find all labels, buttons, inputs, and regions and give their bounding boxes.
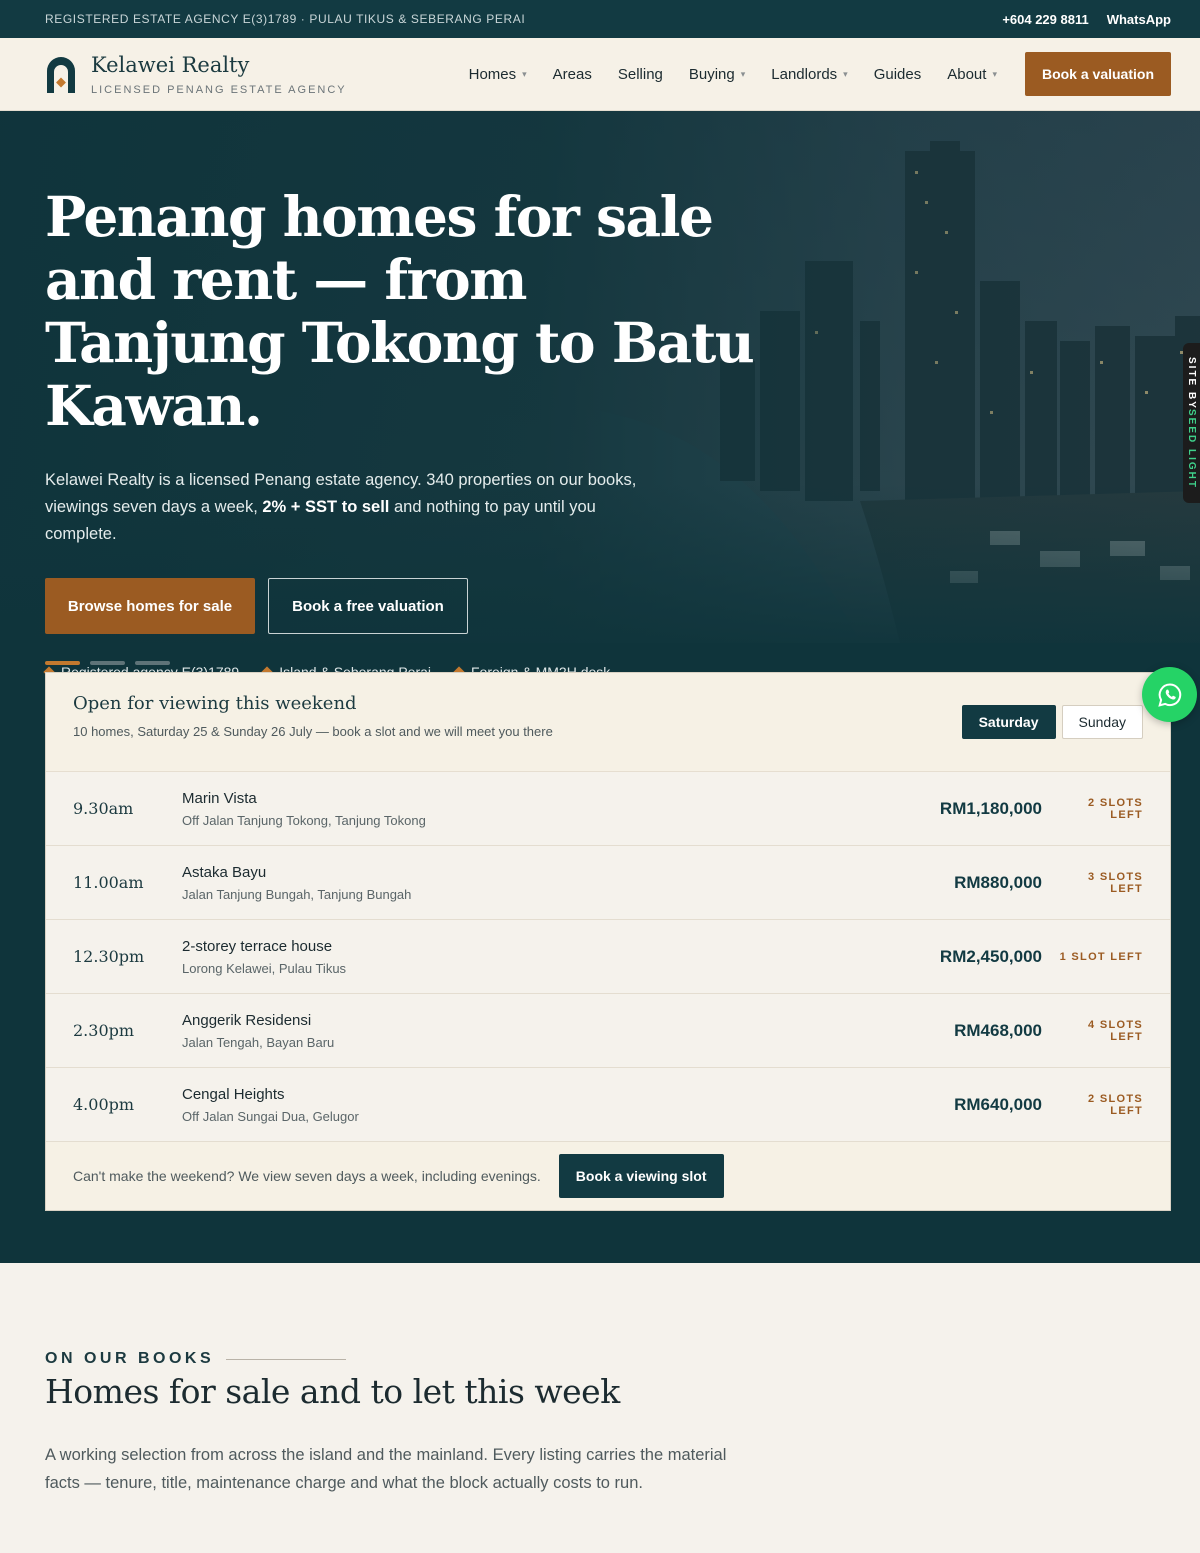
property-price: RM640,000	[954, 1094, 1042, 1114]
site-credit-tab[interactable]: SITE BY SEED LIGHT	[1183, 343, 1200, 503]
viewing-list: 9.30am Marin Vista Off Jalan Tanjung Toko…	[46, 772, 1170, 1142]
section-eyebrow: ON OUR BOOKS	[45, 1350, 1155, 1368]
day-sunday-button[interactable]: Sunday	[1061, 705, 1143, 739]
main-nav: Homes ▾ Areas Selling Buying ▾ Landlords ▾ …	[469, 66, 997, 83]
nav-item-areas[interactable]: Areas	[553, 66, 592, 83]
day-toggle: Saturday Sunday	[961, 705, 1143, 739]
brand-tagline: LICENSED PENANG ESTATE AGENCY	[91, 83, 347, 96]
chevron-down-icon: ▾	[522, 68, 527, 79]
slots-left: 3 SLOTS LEFT	[1088, 870, 1143, 895]
free-valuation-button[interactable]: Book a free valuation	[268, 578, 468, 634]
section-title: Homes for sale and to let this week	[45, 1372, 620, 1411]
viewing-row[interactable]: 11.00am Astaka Bayu Jalan Tanjung Bungah,…	[46, 846, 1170, 920]
brand-name: Kelawei Realty	[91, 52, 250, 77]
credit-label: SITE BY	[1186, 356, 1197, 410]
viewing-time: 11.00am	[73, 873, 144, 892]
chevron-down-icon: ▾	[992, 68, 997, 79]
top-bar-contacts: +604 229 8811 WhatsApp	[1002, 12, 1171, 27]
card-title: Open for viewing this weekend	[73, 693, 357, 714]
nav-label: Guides	[873, 65, 922, 83]
property-name: Cengal Heights	[182, 1085, 285, 1103]
property-price: RM880,000	[954, 872, 1042, 892]
carousel-dot[interactable]	[135, 661, 170, 665]
viewing-time: 2.30pm	[73, 1021, 135, 1040]
eyebrow-divider	[226, 1358, 347, 1360]
card-subtitle: 10 homes, Saturday 25 & Sunday 26 July —…	[73, 724, 553, 739]
property-price: RM2,450,000	[939, 946, 1042, 966]
eyebrow-label: ON OUR BOOKS	[45, 1350, 215, 1367]
day-saturday-button[interactable]: Saturday	[961, 705, 1056, 739]
property-name: Marin Vista	[182, 789, 257, 807]
property-price: RM468,000	[954, 1020, 1042, 1040]
card-footer: Can't make the weekend? We view seven da…	[46, 1142, 1170, 1210]
nav-label: Homes	[468, 65, 517, 83]
viewing-row[interactable]: 9.30am Marin Vista Off Jalan Tanjung Toko…	[46, 772, 1170, 846]
slots-left: 2 SLOTS LEFT	[1088, 796, 1143, 821]
chevron-down-icon: ▾	[843, 68, 848, 79]
property-price: RM1,180,000	[939, 798, 1042, 818]
whatsapp-link[interactable]: WhatsApp	[1107, 12, 1171, 27]
hero-headline: Penang homes for sale and rent — from Ta…	[45, 184, 755, 438]
nav-label: Buying	[688, 65, 735, 83]
top-bar: REGISTERED ESTATE AGENCY E(3)1789 · PULA…	[0, 0, 1200, 38]
carousel-dot[interactable]	[90, 661, 125, 665]
whatsapp-icon[interactable]	[1142, 667, 1197, 722]
nav-item-homes[interactable]: Homes ▾	[469, 66, 527, 83]
section-body: A working selection from across the isla…	[45, 1446, 727, 1492]
viewing-time: 4.00pm	[73, 1095, 135, 1114]
arch-logo-icon	[45, 55, 77, 93]
agency-notice: REGISTERED ESTATE AGENCY E(3)1789 · PULA…	[45, 12, 526, 26]
footer-note: Can't make the weekend? We view seven da…	[73, 1168, 541, 1184]
nav-label: About	[947, 65, 987, 83]
viewing-time: 12.30pm	[73, 947, 145, 966]
lead-highlight: 2% + SST to sell	[262, 498, 390, 516]
viewing-time: 9.30am	[73, 799, 134, 818]
hero-actions: Browse homes for sale Book a free valuat…	[45, 578, 765, 634]
viewing-row[interactable]: 12.30pm 2-storey terrace house Lorong Kel…	[46, 920, 1170, 994]
nav-item-landlords[interactable]: Landlords ▾	[771, 66, 847, 83]
carousel-dot[interactable]	[45, 661, 80, 665]
slots-left: 4 SLOTS LEFT	[1088, 1018, 1143, 1043]
slots-left: 1 SLOT LEFT	[1059, 950, 1143, 963]
nav-item-selling[interactable]: Selling	[618, 66, 663, 83]
carousel-indicators	[45, 661, 170, 665]
property-address: Jalan Tengah, Bayan Baru	[182, 1034, 335, 1050]
property-name: 2-storey terrace house	[182, 937, 333, 955]
nav-label: Landlords	[771, 65, 838, 83]
slots-left: 2 SLOTS LEFT	[1088, 1092, 1143, 1117]
brand-logo[interactable]: Kelawei Realty LICENSED PENANG ESTATE AG…	[45, 53, 445, 96]
credit-brand: SEED LIGHT	[1186, 409, 1197, 490]
listings-intro: ON OUR BOOKS Homes for sale and to let t…	[0, 1350, 1200, 1497]
viewing-row[interactable]: 4.00pm Cengal Heights Off Jalan Sungai Du…	[46, 1068, 1170, 1142]
property-address: Off Jalan Sungai Dua, Gelugor	[182, 1108, 359, 1124]
book-viewing-button[interactable]: Book a viewing slot	[558, 1154, 724, 1198]
property-name: Astaka Bayu	[182, 863, 267, 881]
site-header: Kelawei Realty LICENSED PENANG ESTATE AG…	[0, 38, 1200, 111]
weekend-viewings-card: Open for viewing this weekend 10 homes, …	[45, 672, 1171, 1211]
hero-lead: Kelawei Realty is a licensed Penang esta…	[45, 467, 645, 548]
nav-label: Selling	[617, 65, 663, 83]
card-header: Open for viewing this weekend 10 homes, …	[46, 673, 1170, 772]
nav-item-buying[interactable]: Buying ▾	[689, 66, 745, 83]
property-address: Lorong Kelawei, Pulau Tikus	[182, 960, 347, 976]
nav-item-about[interactable]: About ▾	[947, 66, 997, 83]
hero-content: Penang homes for sale and rent — from Ta…	[43, 184, 765, 680]
property-address: Jalan Tanjung Bungah, Tanjung Bungah	[182, 886, 412, 902]
book-valuation-button[interactable]: Book a valuation	[1024, 52, 1171, 96]
chevron-down-icon: ▾	[740, 68, 746, 79]
browse-homes-button[interactable]: Browse homes for sale	[45, 578, 255, 634]
property-address: Off Jalan Tanjung Tokong, Tanjung Tokong	[182, 812, 426, 828]
hero: Penang homes for sale and rent — from Ta…	[0, 111, 1200, 1263]
phone-link[interactable]: +604 229 8811	[1002, 12, 1088, 27]
nav-label: Areas	[552, 65, 592, 83]
viewing-row[interactable]: 2.30pm Anggerik Residensi Jalan Tengah, B…	[46, 994, 1170, 1068]
property-name: Anggerik Residensi	[182, 1011, 312, 1029]
nav-item-guides[interactable]: Guides	[874, 66, 922, 83]
